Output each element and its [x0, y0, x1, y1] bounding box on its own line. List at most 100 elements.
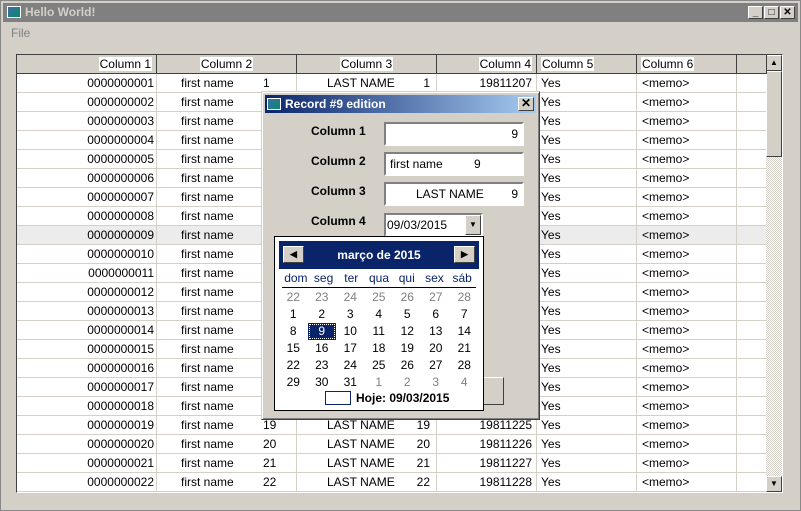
column-header-1[interactable]: Column 1: [17, 55, 157, 74]
calendar-day[interactable]: 14: [450, 323, 479, 340]
cell-column5: Yes: [537, 207, 637, 226]
calendar-day[interactable]: 17: [336, 340, 365, 357]
calendar-day[interactable]: 23: [308, 289, 337, 306]
calendar-day[interactable]: 7: [450, 306, 479, 323]
cell-column1: 0000000005: [17, 150, 157, 169]
calendar-day[interactable]: 5: [393, 306, 422, 323]
cell-column1: 0000000006: [17, 169, 157, 188]
dialog-button[interactable]: [482, 377, 504, 405]
cell-column2-number: 20: [257, 435, 297, 454]
calendar-day[interactable]: 21: [450, 340, 479, 357]
column-header-label: Column 5: [541, 57, 595, 71]
column-header-5[interactable]: Column 5: [537, 55, 637, 74]
cell-column6: <memo>: [637, 416, 737, 435]
calendar-day[interactable]: 2: [308, 306, 337, 323]
cell-column6: <memo>: [637, 454, 737, 473]
cell-column3-number: 22: [397, 473, 437, 492]
cell-column6: <memo>: [637, 283, 737, 302]
column-header-6[interactable]: Column 6: [637, 55, 737, 74]
next-month-button[interactable]: ▶: [454, 246, 475, 263]
calendar-week: 1234567: [279, 306, 479, 323]
dialog-title-bar: Record #9 edition ✕: [265, 95, 536, 113]
calendar-day[interactable]: 22: [279, 289, 308, 306]
today-link[interactable]: Hoje: 09/03/2015: [325, 391, 449, 405]
calendar-day[interactable]: 30: [308, 374, 337, 391]
calendar-day[interactable]: 26: [393, 357, 422, 374]
cell-column5: Yes: [537, 74, 637, 93]
calendar-day[interactable]: 4: [450, 374, 479, 391]
calendar-day[interactable]: 27: [422, 357, 451, 374]
column3-input[interactable]: LAST NAME 9: [384, 182, 524, 206]
column3-number: 9: [511, 187, 518, 201]
cell-column5: Yes: [537, 93, 637, 112]
cell-empty: [737, 321, 767, 340]
cell-column6: <memo>: [637, 74, 737, 93]
calendar-day[interactable]: 31: [336, 374, 365, 391]
calendar-week: 22 23 24 25 26 27 28: [279, 289, 479, 306]
calendar-day[interactable]: 10: [336, 323, 365, 340]
calendar-day[interactable]: 24: [336, 357, 365, 374]
dialog-close-button[interactable]: ✕: [518, 97, 534, 111]
calendar-day[interactable]: 3: [336, 306, 365, 323]
calendar-day[interactable]: 6: [422, 306, 451, 323]
close-button[interactable]: ✕: [780, 6, 795, 19]
vertical-scrollbar[interactable]: ▲ ▼: [766, 55, 782, 492]
calendar-day[interactable]: 3: [422, 374, 451, 391]
calendar-day[interactable]: 1: [365, 374, 394, 391]
scroll-up-button[interactable]: ▲: [766, 55, 782, 71]
calendar-day[interactable]: 20: [422, 340, 451, 357]
table-row[interactable]: 0000000020 first name 20 LAST NAME 20 1981122…: [17, 435, 767, 454]
calendar-day[interactable]: 27: [422, 289, 451, 306]
calendar-day[interactable]: 8: [279, 323, 308, 340]
cell-column4: 19811228: [437, 473, 537, 492]
dropdown-arrow-icon[interactable]: ▼: [465, 215, 481, 235]
table-row[interactable]: 0000000021 first name 21 LAST NAME 21 1981122…: [17, 454, 767, 473]
calendar-day[interactable]: 25: [365, 357, 394, 374]
calendar-day[interactable]: 19: [393, 340, 422, 357]
scroll-down-button[interactable]: ▼: [766, 476, 782, 492]
column2-number: 9: [474, 157, 481, 171]
calendar-day[interactable]: 2: [393, 374, 422, 391]
column-header-2[interactable]: Column 2: [157, 55, 297, 74]
cell-empty: [737, 359, 767, 378]
column-header-label: Column 6: [641, 57, 695, 71]
calendar-day[interactable]: 4: [365, 306, 394, 323]
table-row[interactable]: 0000000022 first name 22 LAST NAME 22 1981122…: [17, 473, 767, 492]
calendar-day[interactable]: 15: [279, 340, 308, 357]
calendar-day[interactable]: 29: [279, 374, 308, 391]
cell-column1: 0000000019: [17, 416, 157, 435]
menu-bar: File: [11, 26, 30, 40]
column-header-4[interactable]: Column 4: [437, 55, 537, 74]
weekday-label: sex: [425, 271, 444, 285]
calendar-day[interactable]: 24: [336, 289, 365, 306]
weekday-label: ter: [344, 271, 359, 285]
calendar-day[interactable]: 22: [279, 357, 308, 374]
calendar-day[interactable]: 12: [393, 323, 422, 340]
calendar-day[interactable]: 13: [422, 323, 451, 340]
calendar-day-selected[interactable]: 9: [307, 323, 336, 340]
menu-file[interactable]: File: [11, 26, 30, 40]
column4-date-picker[interactable]: 09/03/2015 ▼: [384, 213, 483, 237]
calendar-day[interactable]: 26: [393, 289, 422, 306]
calendar-day[interactable]: 11: [365, 323, 394, 340]
cell-column6: <memo>: [637, 359, 737, 378]
calendar-day[interactable]: 18: [365, 340, 394, 357]
calendar-day[interactable]: 28: [450, 357, 479, 374]
column-header-3[interactable]: Column 3: [297, 55, 437, 74]
column1-input[interactable]: 9: [384, 122, 524, 146]
calendar-day[interactable]: 1: [279, 306, 308, 323]
column-header-label: Column 2: [199, 57, 254, 71]
cell-column6: <memo>: [637, 321, 737, 340]
cell-column6: <memo>: [637, 131, 737, 150]
prev-month-button[interactable]: ◀: [283, 246, 304, 263]
calendar-day[interactable]: 28: [450, 289, 479, 306]
minimize-button[interactable]: _: [748, 6, 763, 19]
scroll-thumb[interactable]: [766, 71, 782, 157]
calendar-day[interactable]: 25: [365, 289, 394, 306]
calendar-day[interactable]: 23: [308, 357, 337, 374]
column2-input[interactable]: first name 9: [384, 152, 524, 176]
maximize-button[interactable]: □: [764, 6, 779, 19]
column-header-7[interactable]: [737, 55, 767, 74]
cell-column6: <memo>: [637, 435, 737, 454]
calendar-day[interactable]: 16: [308, 340, 337, 357]
